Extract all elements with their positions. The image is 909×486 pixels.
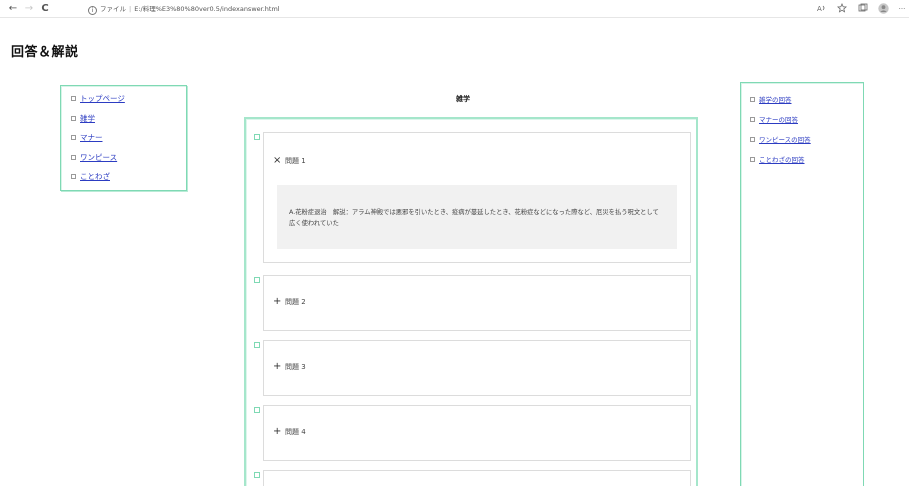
bullet-box-icon bbox=[750, 97, 755, 102]
bullet-box-icon bbox=[71, 96, 76, 101]
left-nav-item-manners[interactable]: マナー bbox=[71, 134, 176, 154]
close-icon[interactable]: × bbox=[273, 155, 285, 166]
question-card-partial bbox=[263, 470, 691, 486]
left-nav-item-trivia[interactable]: 雑学 bbox=[71, 114, 176, 135]
reload-icon[interactable]: C bbox=[38, 2, 52, 16]
right-nav-item-onepiece-answers[interactable]: ワンピースの回答 bbox=[750, 136, 854, 156]
bullet-box-icon bbox=[71, 174, 76, 179]
question-checkbox[interactable] bbox=[254, 134, 260, 140]
plus-icon[interactable]: + bbox=[273, 296, 285, 307]
answer-panel: A.花粉症退治 解説：アラム神殿では悪邪を引いたとき、疫病が蔓延したとき、花粉症… bbox=[277, 185, 677, 249]
bullet-box-icon bbox=[71, 115, 76, 121]
favorite-icon[interactable] bbox=[836, 2, 848, 15]
right-nav-item-manners-answers[interactable]: マナーの回答 bbox=[750, 116, 854, 136]
question-card-1: × 問題 1 A.花粉症退治 解説：アラム神殿では悪邪を引いたとき、疫病が蔓延した… bbox=[263, 132, 691, 263]
svg-text:A: A bbox=[817, 5, 822, 13]
question-checkbox[interactable] bbox=[254, 277, 260, 283]
bullet-box-icon bbox=[71, 135, 76, 140]
bullet-box-icon bbox=[750, 157, 755, 162]
question-label: 問題 2 bbox=[285, 298, 306, 306]
page-title: 回答＆解説 bbox=[11, 45, 79, 60]
site-info-icon[interactable]: i bbox=[88, 6, 97, 15]
question-card-2: + 問題 2 bbox=[263, 275, 691, 331]
question-label: 問題 1 bbox=[285, 157, 306, 165]
plus-icon[interactable]: + bbox=[273, 361, 285, 372]
question-panel: × 問題 1 A.花粉症退治 解説：アラム神殿では悪邪を引いたとき、疫病が蔓延した… bbox=[244, 117, 698, 486]
collections-icon[interactable] bbox=[857, 3, 869, 15]
back-icon[interactable]: ← bbox=[6, 2, 20, 16]
plus-icon[interactable]: + bbox=[273, 426, 285, 437]
right-nav-item-proverbs-answers[interactable]: ことわざの回答 bbox=[750, 156, 854, 176]
right-nav-item-trivia-answers[interactable]: 雑学の回答 bbox=[750, 96, 854, 116]
left-nav-item-onepiece[interactable]: ワンピース bbox=[71, 153, 176, 174]
question-header-4[interactable]: + 問題 4 bbox=[273, 426, 306, 437]
bullet-box-icon bbox=[750, 137, 755, 142]
scheme-label: ファイル bbox=[100, 5, 126, 13]
answer-text: A.花粉症退治 解説：アラム神殿では悪邪を引いたとき、疫病が蔓延したとき、花粉症… bbox=[289, 209, 659, 227]
right-nav: 雑学の回答 マナーの回答 ワンピースの回答 ことわざの回答 bbox=[740, 82, 864, 486]
bullet-box-icon bbox=[750, 117, 755, 122]
question-checkbox[interactable] bbox=[254, 342, 260, 348]
question-header-3[interactable]: + 問題 3 bbox=[273, 361, 306, 372]
address-separator: | bbox=[129, 5, 132, 13]
question-header-2[interactable]: + 問題 2 bbox=[273, 296, 306, 307]
main-heading: 雑学 bbox=[456, 95, 470, 103]
read-aloud-icon[interactable]: A bbox=[815, 3, 827, 15]
forward-icon[interactable]: → bbox=[22, 2, 36, 16]
question-checkbox[interactable] bbox=[254, 407, 260, 413]
left-nav: トップページ 雑学 マナー ワンピース ことわざ bbox=[60, 85, 187, 191]
question-header-1[interactable]: × 問題 1 bbox=[273, 155, 306, 166]
url-text: E:/料理%E3%80%80ver0.5/indexanswer.html bbox=[134, 5, 280, 13]
left-nav-item-proverbs[interactable]: ことわざ bbox=[71, 173, 176, 193]
profile-icon[interactable] bbox=[877, 3, 889, 15]
bullet-box-icon bbox=[71, 154, 76, 160]
question-checkbox[interactable] bbox=[254, 472, 260, 478]
question-card-4: + 問題 4 bbox=[263, 405, 691, 461]
address-bar[interactable]: i ファイル | E:/料理%E3%80%80ver0.5/indexanswer.h… bbox=[88, 3, 280, 15]
left-nav-item-top[interactable]: トップページ bbox=[71, 95, 176, 115]
more-icon[interactable]: ··· bbox=[896, 3, 908, 15]
question-label: 問題 4 bbox=[285, 428, 306, 436]
question-card-3: + 問題 3 bbox=[263, 340, 691, 396]
browser-toolbar: ← → C i ファイル | E:/料理%E3%80%80ver0.5/indexan… bbox=[0, 0, 909, 18]
question-label: 問題 3 bbox=[285, 363, 306, 371]
